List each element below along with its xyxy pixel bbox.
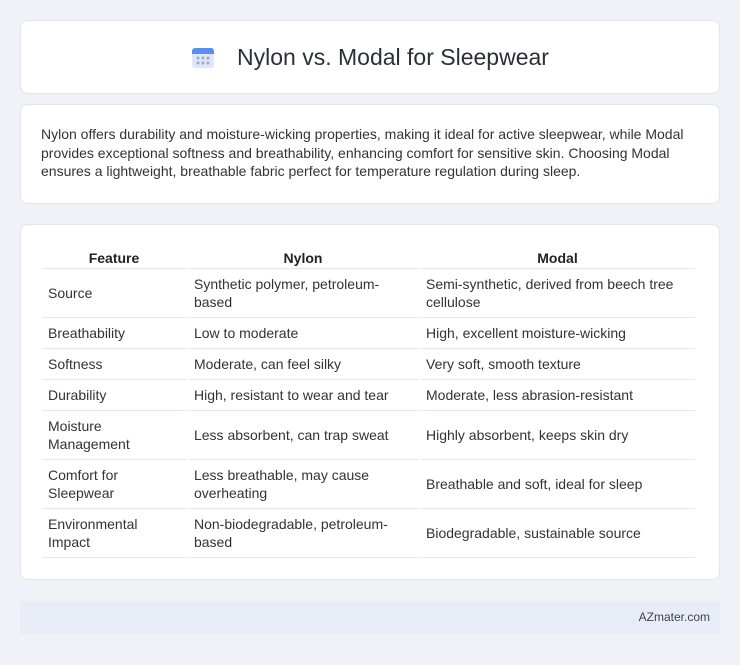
modal-cell: High, excellent moisture-wicking [420,318,695,349]
nylon-cell: Low to moderate [187,318,418,349]
summary-text: Nylon offers durability and moisture-wic… [41,126,684,179]
table-row: Breathability Low to moderate High, exce… [42,318,695,349]
table-row: Durability High, resistant to wear and t… [42,380,695,411]
table-row: Moisture Management Less absorbent, can … [42,411,695,460]
nylon-cell: Non-biodegradable, petroleum-based [187,509,418,558]
feature-cell: Durability [42,380,186,411]
footer-brand: AZmater.com [638,610,710,624]
table-header-row: Feature Nylon Modal [42,243,695,269]
nylon-cell: Moderate, can feel silky [187,349,418,380]
modal-cell: Very soft, smooth texture [420,349,695,380]
feature-cell: Softness [42,349,186,380]
table-row: Source Synthetic polymer, petroleum-base… [42,269,695,318]
modal-cell: Biodegradable, sustainable source [420,509,695,558]
nylon-cell: Synthetic polymer, petroleum-based [187,269,418,318]
modal-cell: Moderate, less abrasion-resistant [420,380,695,411]
modal-cell: Breathable and soft, ideal for sleep [420,460,695,509]
feature-cell: Comfort for Sleepwear [42,460,186,509]
summary-card: Nylon offers durability and moisture-wic… [20,104,720,204]
table-row: Environmental Impact Non-biodegradable, … [42,509,695,558]
nylon-cell: Less breathable, may cause overheating [187,460,418,509]
feature-cell: Environmental Impact [42,509,186,558]
page-title: Nylon vs. Modal for Sleepwear [237,43,549,70]
feature-cell: Source [42,269,186,318]
comparison-table: Feature Nylon Modal Source Synthetic pol… [40,243,697,558]
comparison-card: Feature Nylon Modal Source Synthetic pol… [20,224,720,580]
modal-cell: Semi-synthetic, derived from beech tree … [420,269,695,318]
column-header-feature: Feature [42,243,186,269]
table-row: Softness Moderate, can feel silky Very s… [42,349,695,380]
column-header-modal: Modal [420,243,695,269]
feature-cell: Moisture Management [42,411,186,460]
calendar-icon [191,45,215,69]
feature-cell: Breathability [42,318,186,349]
modal-cell: Highly absorbent, keeps skin dry [420,411,695,460]
nylon-cell: Less absorbent, can trap sweat [187,411,418,460]
column-header-nylon: Nylon [187,243,418,269]
footer-bar: AZmater.com [20,601,720,634]
nylon-cell: High, resistant to wear and tear [187,380,418,411]
table-row: Comfort for Sleepwear Less breathable, m… [42,460,695,509]
title-card: Nylon vs. Modal for Sleepwear [20,20,720,94]
